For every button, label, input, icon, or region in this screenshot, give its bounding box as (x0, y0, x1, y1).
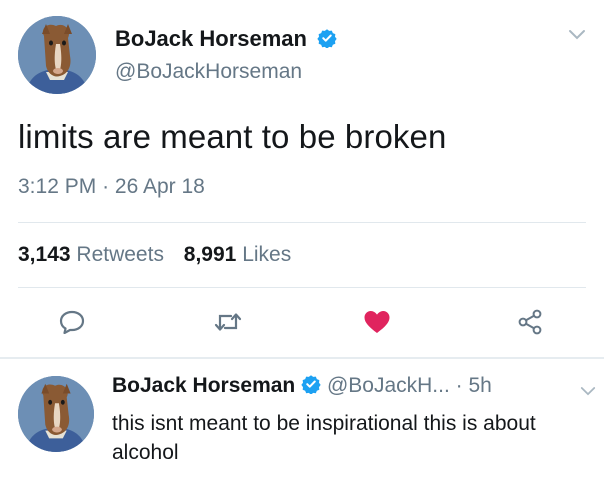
tweet-text: limits are meant to be broken (18, 118, 447, 155)
chevron-down-icon[interactable] (580, 384, 596, 396)
like-button[interactable] (357, 302, 397, 342)
reply-header: BoJack Horseman @BoJackH... · 5h (112, 374, 492, 398)
tweet-timestamp[interactable]: 3:12 PM · 26 Apr 18 (18, 175, 205, 199)
divider (18, 222, 586, 223)
verified-badge-icon (317, 29, 337, 49)
reply-icon (59, 310, 85, 334)
retweets-stat[interactable]: 3,143 Retweets (18, 243, 170, 266)
retweet-button[interactable] (208, 302, 248, 342)
reply-button[interactable] (52, 302, 92, 342)
heart-icon (364, 311, 390, 333)
author-name[interactable]: BoJack Horseman (115, 26, 337, 52)
reply-age[interactable]: · 5h (456, 374, 492, 397)
author-handle[interactable]: @BoJackHorseman (115, 60, 302, 84)
verified-badge-icon (301, 375, 321, 395)
bojack-avatar-image (18, 376, 94, 452)
tweet-stats: 3,143 Retweets 8,991 Likes (18, 243, 291, 267)
author-avatar[interactable] (18, 16, 96, 94)
chevron-down-icon[interactable] (568, 28, 586, 42)
section-divider (0, 357, 604, 359)
likes-label: Likes (242, 243, 292, 266)
divider (18, 287, 586, 288)
timestamp-separator: · (102, 175, 110, 198)
reply-text: this isnt meant to be inspirational this… (112, 412, 536, 464)
share-button[interactable] (510, 302, 550, 342)
likes-stat[interactable]: 8,991 Likes (184, 243, 291, 266)
share-icon (518, 309, 542, 335)
author-name-text[interactable]: BoJack Horseman (115, 26, 307, 51)
retweets-count: 3,143 (18, 243, 71, 266)
reply-author-name[interactable]: BoJack Horseman (112, 374, 295, 397)
tweet-date[interactable]: 26 Apr 18 (115, 175, 205, 198)
reply-author-avatar[interactable] (18, 376, 94, 452)
tweet-time[interactable]: 3:12 PM (18, 175, 96, 198)
retweets-label: Retweets (76, 243, 164, 266)
bojack-avatar-image (18, 16, 96, 94)
likes-count: 8,991 (183, 243, 237, 266)
retweet-icon (214, 313, 242, 331)
reply-author-handle[interactable]: @BoJackH... (327, 374, 450, 397)
